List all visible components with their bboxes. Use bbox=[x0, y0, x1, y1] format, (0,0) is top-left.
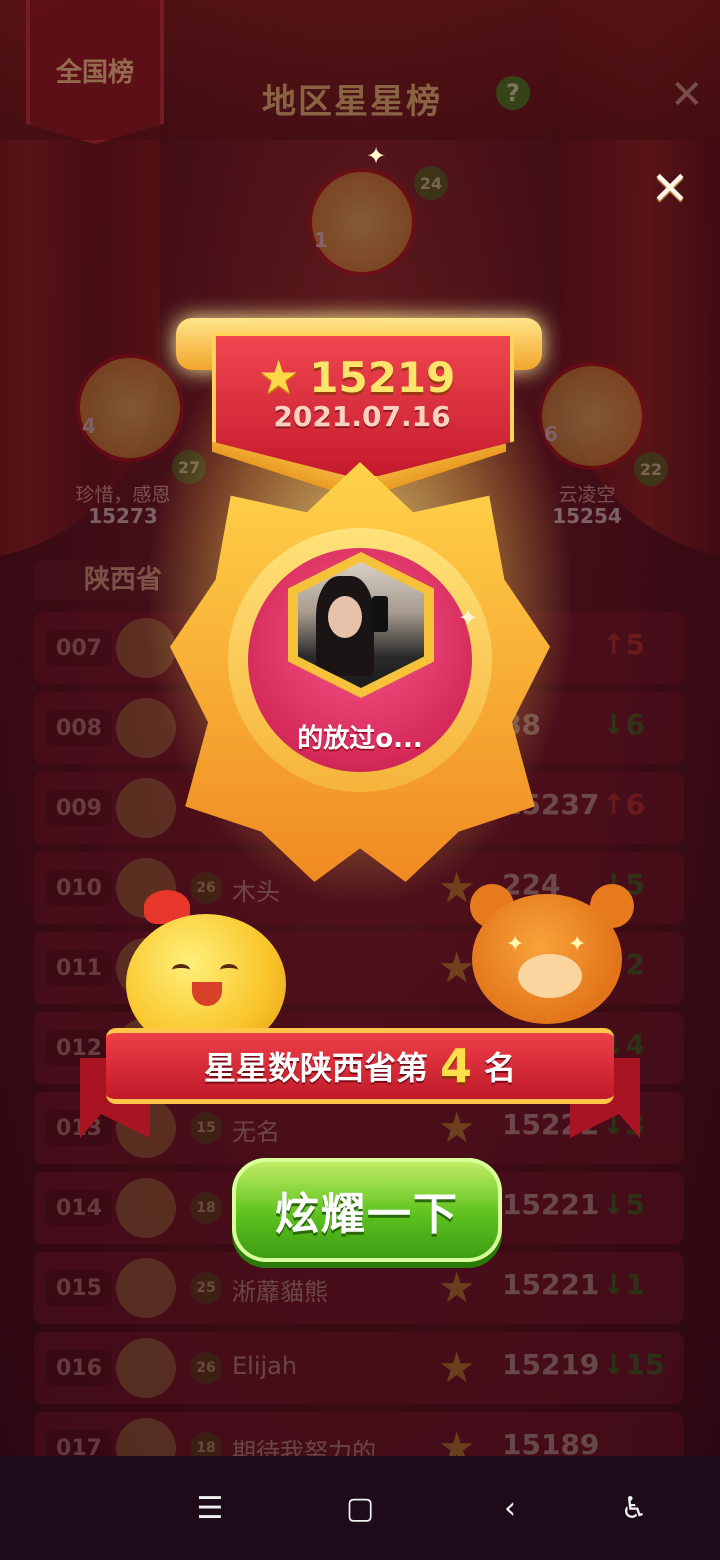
rank-suffix: 名 bbox=[484, 1049, 517, 1087]
menu-icon[interactable]: ☰ bbox=[190, 1488, 230, 1528]
game-background: 全国榜 地区星星榜 ? ✕ 1 24 4 27 珍惜，感恩 15273 6 22… bbox=[0, 0, 720, 1456]
accessibility-icon[interactable]: ♿ bbox=[614, 1488, 654, 1528]
show-off-label: 炫耀一下 bbox=[275, 1189, 459, 1240]
sparkle-icon: ✦ bbox=[458, 604, 479, 632]
medal-score: ★ 15219 bbox=[258, 350, 468, 404]
system-nav-bar: ☰ ▢ ‹ ♿ bbox=[0, 1456, 720, 1560]
rank-prefix: 星星数陕西省第 bbox=[203, 1049, 428, 1087]
medal-date: 2021.07.16 bbox=[273, 400, 451, 433]
bear-mascot-icon: ✦ ✦ bbox=[464, 880, 640, 1050]
home-icon[interactable]: ▢ bbox=[340, 1488, 380, 1528]
chick-mascot-icon bbox=[110, 890, 296, 1054]
star-icon: ★ bbox=[258, 350, 300, 404]
show-off-button[interactable]: 炫耀一下 bbox=[232, 1158, 502, 1262]
sparkle-icon: ✦ bbox=[366, 142, 387, 170]
medal-score-value: 15219 bbox=[309, 352, 456, 402]
rank-number: 4 bbox=[439, 1039, 472, 1093]
rank-banner: 星星数陕西省第 4 名 bbox=[80, 1028, 640, 1138]
dialog-close-button[interactable]: ✕ bbox=[648, 165, 692, 211]
medal-player-name: 的放过o... bbox=[297, 724, 423, 754]
back-icon[interactable]: ‹ bbox=[490, 1488, 530, 1528]
